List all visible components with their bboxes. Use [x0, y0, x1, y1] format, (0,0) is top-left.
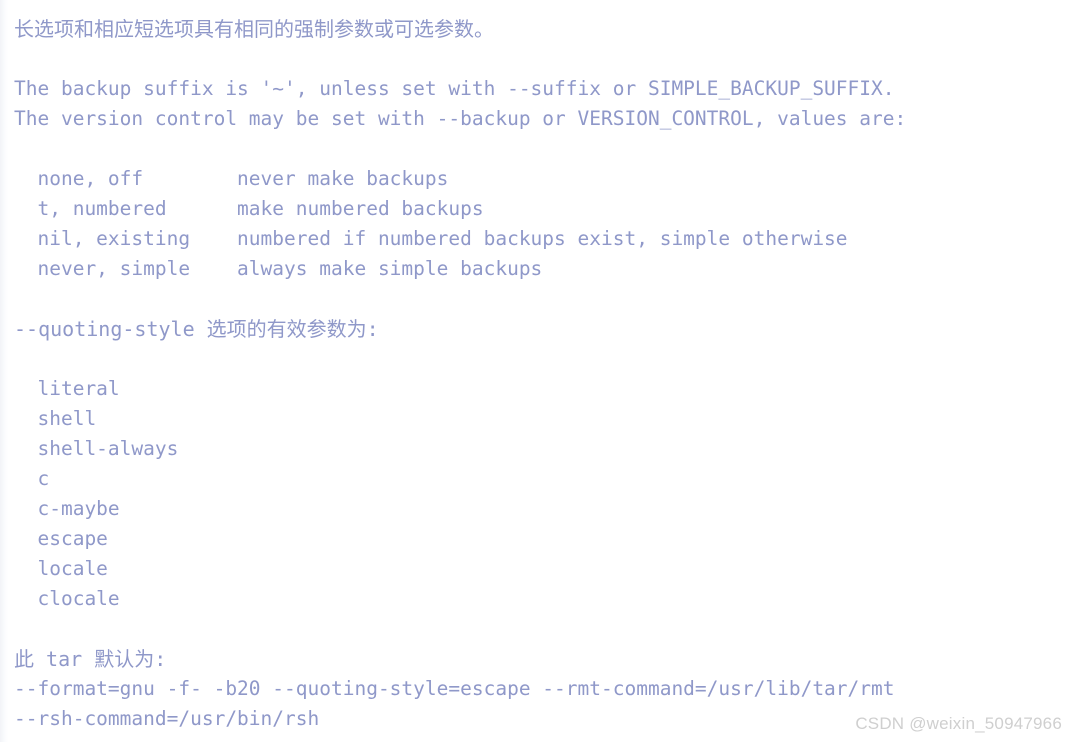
terminal-line: clocale — [14, 587, 120, 610]
terminal-line: escape — [14, 527, 108, 550]
terminal-line: nil, existing numbered if numbered backu… — [14, 227, 848, 250]
terminal-line: never, simple always make simple backups — [14, 257, 543, 280]
terminal-line: c — [14, 467, 50, 490]
csdn-watermark: CSDN @weixin_50947966 — [855, 714, 1062, 733]
terminal-line: The version control may be set with --ba… — [14, 107, 907, 130]
terminal-line: shell — [14, 407, 97, 430]
terminal-line: 此 tar 默认为: — [14, 647, 167, 671]
terminal-line: literal — [14, 377, 120, 400]
terminal-line: 长选项和相应短选项具有相同的强制参数或可选参数。 — [14, 17, 494, 41]
terminal-line: locale — [14, 557, 108, 580]
terminal-line: c-maybe — [14, 497, 120, 520]
left-edge-gradient-band — [0, 0, 8, 742]
terminal-line: --format=gnu -f- -b20 --quoting-style=es… — [14, 677, 895, 700]
terminal-line: t, numbered make numbered backups — [14, 197, 484, 220]
terminal-line: none, off never make backups — [14, 167, 449, 190]
terminal-output-text: 长选项和相应短选项具有相同的强制参数或可选参数。 The backup suff… — [14, 14, 1064, 734]
terminal-line: shell-always — [14, 437, 179, 460]
terminal-line: The backup suffix is '~', unless set wit… — [14, 77, 895, 100]
terminal-line: --quoting-style 选项的有效参数为: — [14, 317, 379, 341]
